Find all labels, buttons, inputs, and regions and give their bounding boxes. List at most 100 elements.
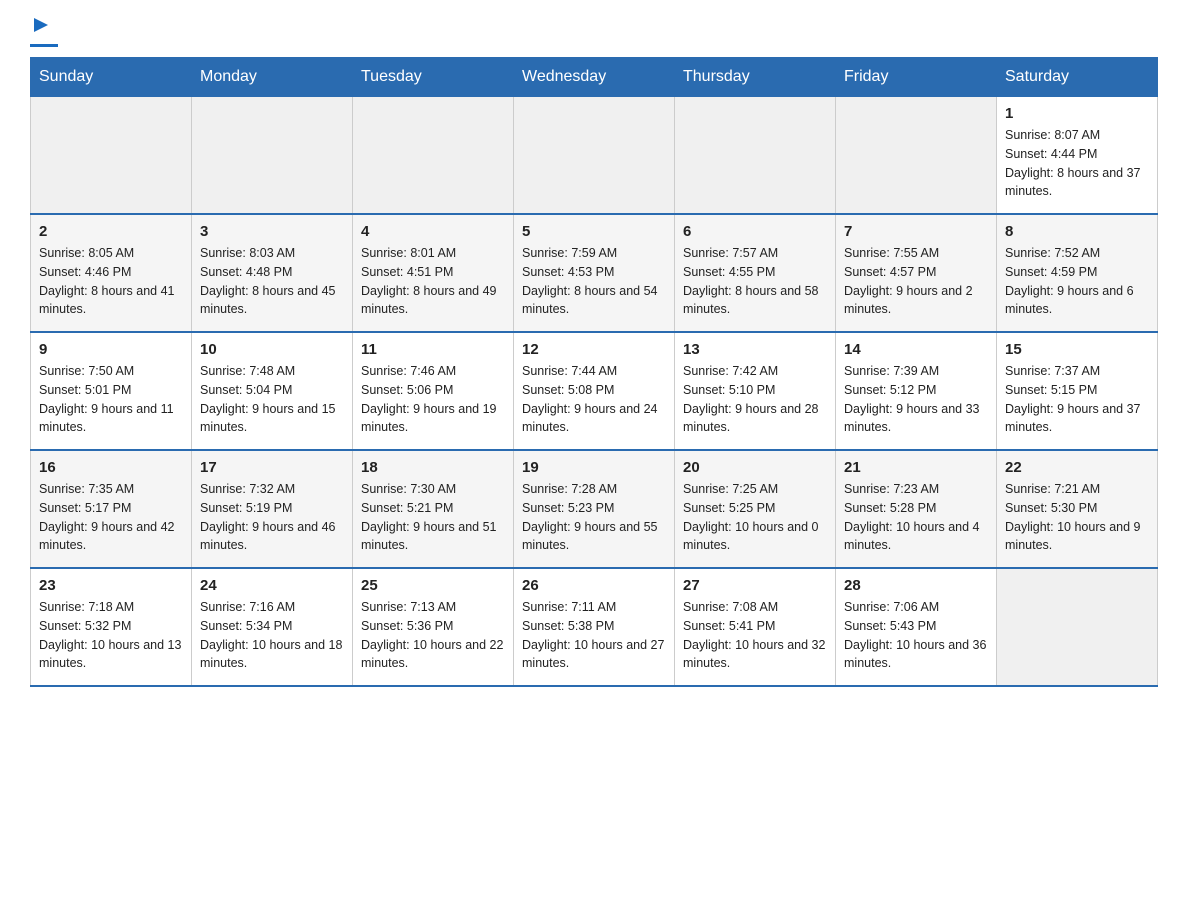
calendar-cell	[353, 97, 514, 215]
day-number: 15	[1005, 341, 1149, 358]
day-number: 4	[361, 223, 505, 240]
calendar-cell: 22 Sunrise: 7:21 AMSunset: 5:30 PMDayligh…	[997, 450, 1158, 568]
day-number: 9	[39, 341, 183, 358]
day-number: 26	[522, 577, 666, 594]
day-info: Sunrise: 7:28 AMSunset: 5:23 PMDaylight:…	[522, 480, 666, 555]
calendar-cell: 12Sunrise: 7:44 AMSunset: 5:08 PMDayligh…	[514, 332, 675, 450]
day-number: 11	[361, 341, 505, 358]
calendar-cell: 24 Sunrise: 7:16 AMSunset: 5:34 PMDayligh…	[192, 568, 353, 686]
calendar-week-row: 9 Sunrise: 7:50 AMSunset: 5:01 PMDaylight…	[31, 332, 1158, 450]
day-number: 23	[39, 577, 183, 594]
weekday-header-tuesday: Tuesday	[353, 58, 514, 97]
calendar-cell: 13 Sunrise: 7:42 AMSunset: 5:10 PMDayligh…	[675, 332, 836, 450]
calendar-cell: 6 Sunrise: 7:57 AMSunset: 4:55 PMDaylight…	[675, 214, 836, 332]
day-number: 19	[522, 459, 666, 476]
logo-underline	[30, 44, 58, 47]
day-info: Sunrise: 7:50 AMSunset: 5:01 PMDaylight:…	[39, 362, 183, 437]
calendar-cell	[31, 97, 192, 215]
day-number: 25	[361, 577, 505, 594]
day-info: Sunrise: 7:35 AMSunset: 5:17 PMDaylight:…	[39, 480, 183, 555]
calendar-cell: 18Sunrise: 7:30 AMSunset: 5:21 PMDayligh…	[353, 450, 514, 568]
calendar-cell: 23 Sunrise: 7:18 AMSunset: 5:32 PMDayligh…	[31, 568, 192, 686]
day-info: Sunrise: 8:05 AMSunset: 4:46 PMDaylight:…	[39, 244, 183, 319]
day-number: 10	[200, 341, 344, 358]
calendar-cell: 25 Sunrise: 7:13 AMSunset: 5:36 PMDayligh…	[353, 568, 514, 686]
day-number: 27	[683, 577, 827, 594]
calendar-cell	[836, 97, 997, 215]
day-info: Sunrise: 7:32 AMSunset: 5:19 PMDaylight:…	[200, 480, 344, 555]
day-info: Sunrise: 7:18 AMSunset: 5:32 PMDaylight:…	[39, 598, 183, 673]
day-info: Sunrise: 7:16 AMSunset: 5:34 PMDaylight:…	[200, 598, 344, 673]
calendar-cell: 9 Sunrise: 7:50 AMSunset: 5:01 PMDaylight…	[31, 332, 192, 450]
day-number: 14	[844, 341, 988, 358]
logo-arrow-icon	[32, 16, 50, 39]
calendar-cell: 5 Sunrise: 7:59 AMSunset: 4:53 PMDaylight…	[514, 214, 675, 332]
day-number: 16	[39, 459, 183, 476]
day-info: Sunrise: 7:48 AMSunset: 5:04 PMDaylight:…	[200, 362, 344, 437]
day-number: 7	[844, 223, 988, 240]
day-info: Sunrise: 8:01 AMSunset: 4:51 PMDaylight:…	[361, 244, 505, 319]
day-info: Sunrise: 7:55 AMSunset: 4:57 PMDaylight:…	[844, 244, 988, 319]
calendar-cell: 10 Sunrise: 7:48 AMSunset: 5:04 PMDayligh…	[192, 332, 353, 450]
day-number: 5	[522, 223, 666, 240]
calendar-cell: 7 Sunrise: 7:55 AMSunset: 4:57 PMDaylight…	[836, 214, 997, 332]
calendar-cell: 21Sunrise: 7:23 AMSunset: 5:28 PMDayligh…	[836, 450, 997, 568]
calendar-cell: 4 Sunrise: 8:01 AMSunset: 4:51 PMDaylight…	[353, 214, 514, 332]
day-number: 24	[200, 577, 344, 594]
day-info: Sunrise: 7:30 AMSunset: 5:21 PMDaylight:…	[361, 480, 505, 555]
calendar-cell: 19 Sunrise: 7:28 AMSunset: 5:23 PMDayligh…	[514, 450, 675, 568]
day-number: 17	[200, 459, 344, 476]
calendar-cell: 17 Sunrise: 7:32 AMSunset: 5:19 PMDayligh…	[192, 450, 353, 568]
day-number: 20	[683, 459, 827, 476]
weekday-header-sunday: Sunday	[31, 58, 192, 97]
day-info: Sunrise: 7:21 AMSunset: 5:30 PMDaylight:…	[1005, 480, 1149, 555]
calendar-cell	[192, 97, 353, 215]
calendar-cell: 1 Sunrise: 8:07 AMSunset: 4:44 PMDaylight…	[997, 97, 1158, 215]
day-number: 2	[39, 223, 183, 240]
calendar-cell: 14 Sunrise: 7:39 AMSunset: 5:12 PMDayligh…	[836, 332, 997, 450]
calendar-cell: 28 Sunrise: 7:06 AMSunset: 5:43 PMDayligh…	[836, 568, 997, 686]
calendar-cell: 8 Sunrise: 7:52 AMSunset: 4:59 PMDaylight…	[997, 214, 1158, 332]
day-info: Sunrise: 7:52 AMSunset: 4:59 PMDaylight:…	[1005, 244, 1149, 319]
day-info: Sunrise: 7:25 AMSunset: 5:25 PMDaylight:…	[683, 480, 827, 555]
calendar-cell: 3Sunrise: 8:03 AMSunset: 4:48 PMDaylight…	[192, 214, 353, 332]
day-info: Sunrise: 7:06 AMSunset: 5:43 PMDaylight:…	[844, 598, 988, 673]
calendar-week-row: 16 Sunrise: 7:35 AMSunset: 5:17 PMDayligh…	[31, 450, 1158, 568]
calendar-week-row: 2 Sunrise: 8:05 AMSunset: 4:46 PMDaylight…	[31, 214, 1158, 332]
day-info: Sunrise: 7:42 AMSunset: 5:10 PMDaylight:…	[683, 362, 827, 437]
day-info: Sunrise: 7:37 AMSunset: 5:15 PMDaylight:…	[1005, 362, 1149, 437]
day-info: Sunrise: 7:57 AMSunset: 4:55 PMDaylight:…	[683, 244, 827, 319]
day-number: 21	[844, 459, 988, 476]
day-number: 22	[1005, 459, 1149, 476]
day-number: 8	[1005, 223, 1149, 240]
calendar-cell	[675, 97, 836, 215]
day-info: Sunrise: 8:07 AMSunset: 4:44 PMDaylight:…	[1005, 126, 1149, 201]
page-header	[30, 20, 1158, 47]
day-number: 1	[1005, 105, 1149, 122]
calendar-cell	[514, 97, 675, 215]
calendar-cell: 26 Sunrise: 7:11 AMSunset: 5:38 PMDayligh…	[514, 568, 675, 686]
day-number: 28	[844, 577, 988, 594]
day-info: Sunrise: 7:08 AMSunset: 5:41 PMDaylight:…	[683, 598, 827, 673]
calendar-cell: 11 Sunrise: 7:46 AMSunset: 5:06 PMDayligh…	[353, 332, 514, 450]
calendar-week-row: 23 Sunrise: 7:18 AMSunset: 5:32 PMDayligh…	[31, 568, 1158, 686]
day-info: Sunrise: 8:03 AMSunset: 4:48 PMDaylight:…	[200, 244, 344, 319]
weekday-header-saturday: Saturday	[997, 58, 1158, 97]
day-info: Sunrise: 7:44 AMSunset: 5:08 PMDaylight:…	[522, 362, 666, 437]
calendar-cell: 2 Sunrise: 8:05 AMSunset: 4:46 PMDaylight…	[31, 214, 192, 332]
calendar-cell: 15 Sunrise: 7:37 AMSunset: 5:15 PMDayligh…	[997, 332, 1158, 450]
day-info: Sunrise: 7:13 AMSunset: 5:36 PMDaylight:…	[361, 598, 505, 673]
day-info: Sunrise: 7:11 AMSunset: 5:38 PMDaylight:…	[522, 598, 666, 673]
day-info: Sunrise: 7:46 AMSunset: 5:06 PMDaylight:…	[361, 362, 505, 437]
calendar-cell: 20 Sunrise: 7:25 AMSunset: 5:25 PMDayligh…	[675, 450, 836, 568]
calendar-cell: 16 Sunrise: 7:35 AMSunset: 5:17 PMDayligh…	[31, 450, 192, 568]
day-info: Sunrise: 7:39 AMSunset: 5:12 PMDaylight:…	[844, 362, 988, 437]
logo	[30, 20, 58, 47]
day-info: Sunrise: 7:59 AMSunset: 4:53 PMDaylight:…	[522, 244, 666, 319]
day-number: 13	[683, 341, 827, 358]
weekday-header-wednesday: Wednesday	[514, 58, 675, 97]
weekday-header-friday: Friday	[836, 58, 997, 97]
calendar-cell	[997, 568, 1158, 686]
calendar-week-row: 1 Sunrise: 8:07 AMSunset: 4:44 PMDaylight…	[31, 97, 1158, 215]
day-number: 6	[683, 223, 827, 240]
